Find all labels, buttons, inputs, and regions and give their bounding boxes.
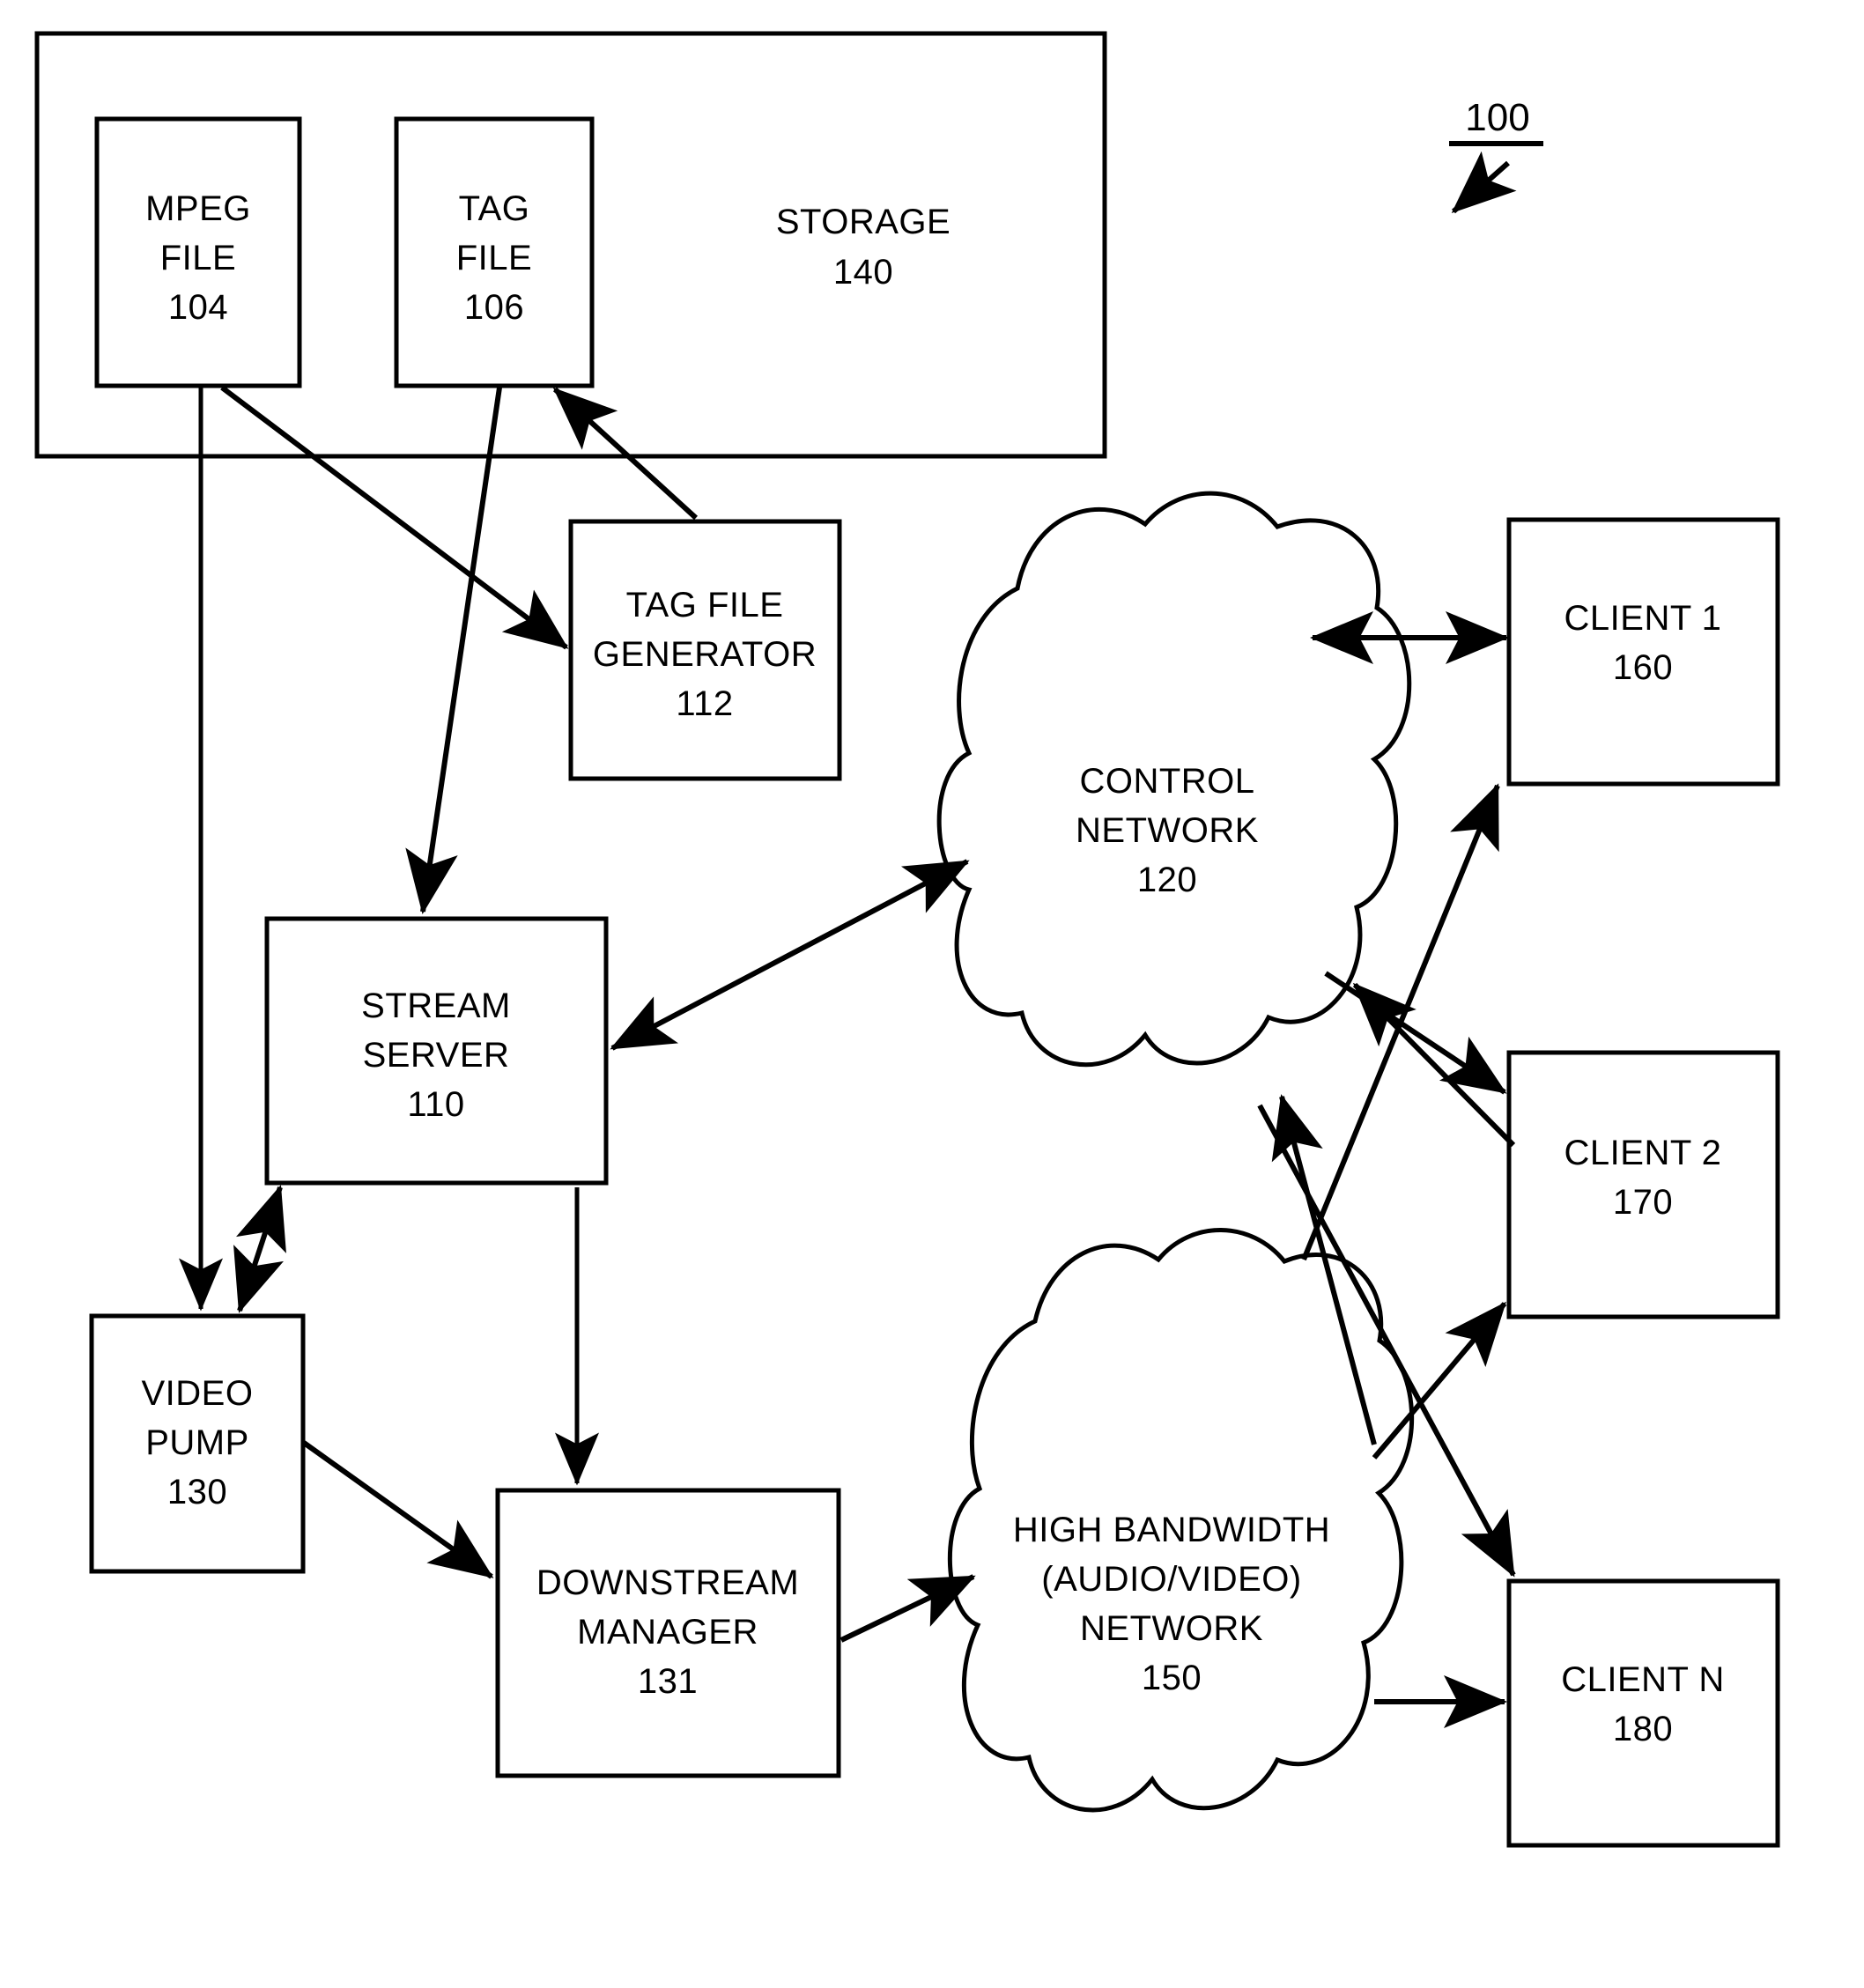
diagram-canvas: STORAGE 140 MPEG FILE 104 TAG FILE 106 T… <box>34 31 1780 1848</box>
control-network-numeral: 120 <box>1137 861 1197 899</box>
high-bandwidth-label-line1: HIGH BANDWIDTH <box>1013 1511 1330 1549</box>
downstream-manager-numeral: 131 <box>638 1662 698 1701</box>
tag-file-label-line1: TAG <box>459 189 530 228</box>
stream-server-label-line2: SERVER <box>363 1036 510 1075</box>
downstream-manager-label-line1: DOWNSTREAM <box>536 1563 799 1602</box>
connector-stream-server-control-network <box>610 859 970 1051</box>
client-1-label: CLIENT 1 <box>1564 599 1722 638</box>
high-bandwidth-numeral: 150 <box>1142 1659 1202 1697</box>
connector-downstream-manager-to-high-bandwidth-network <box>840 1574 976 1643</box>
tag-file-label-line2: FILE <box>456 239 532 277</box>
client-2-label: CLIENT 2 <box>1564 1134 1722 1172</box>
connector-video-pump-to-downstream-manager <box>302 1440 494 1579</box>
tag-file-generator-label-line2: GENERATOR <box>593 635 817 674</box>
video-pump-label-line1: VIDEO <box>142 1374 254 1413</box>
patent-figure-diagram: STORAGE 140 MPEG FILE 104 TAG FILE 106 T… <box>0 0 1864 1988</box>
storage-label: STORAGE <box>776 203 950 241</box>
video-pump-label-line2: PUMP <box>145 1423 249 1462</box>
stream-server-label-line1: STREAM <box>361 987 511 1025</box>
client-n-numeral: 180 <box>1613 1710 1673 1748</box>
client-2-numeral: 170 <box>1613 1183 1673 1222</box>
control-network-label-line2: NETWORK <box>1076 811 1259 850</box>
figure-reference-arrow <box>1451 151 1517 214</box>
tag-file-generator-label-line1: TAG FILE <box>626 586 784 624</box>
client-1-numeral: 160 <box>1613 648 1673 687</box>
downstream-manager-label-line2: MANAGER <box>577 1613 758 1652</box>
connector-client-2-to-control-network <box>1352 982 1516 1148</box>
video-pump-numeral: 130 <box>167 1473 227 1511</box>
storage-numeral: 140 <box>833 253 893 292</box>
mpeg-file-label-line1: MPEG <box>145 189 251 228</box>
control-network-label-line1: CONTROL <box>1079 762 1254 801</box>
connector-tag-file-generator-to-tag-file <box>552 387 699 521</box>
connector-tag-file-to-stream-server <box>405 387 502 914</box>
client-n-label: CLIENT N <box>1561 1660 1725 1699</box>
stream-server-numeral: 110 <box>407 1085 464 1124</box>
mpeg-file-label-line2: FILE <box>160 239 236 277</box>
high-bandwidth-label-line3: NETWORK <box>1080 1609 1263 1648</box>
high-bandwidth-label-line2: (AUDIO/VIDEO) <box>1041 1560 1301 1599</box>
connector-stream-server-video-pump <box>233 1185 286 1313</box>
tag-file-numeral: 106 <box>464 288 524 327</box>
tag-file-generator-numeral: 112 <box>676 684 733 723</box>
mpeg-file-numeral: 104 <box>168 288 228 327</box>
connector-mpeg-file-to-tag-file-generator <box>220 385 569 650</box>
figure-reference-numeral: 100 <box>1465 96 1529 139</box>
connector-high-bandwidth-to-client-1 <box>1301 783 1500 1261</box>
